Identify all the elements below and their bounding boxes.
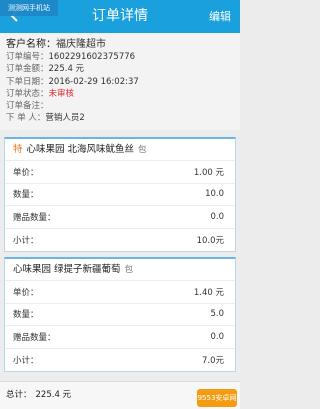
subtotal-label: 小计： [13,235,39,246]
product-header: 心味果园 绿提子新疆葡萄包 [5,259,235,281]
order-creator-row: 下 单 人：营销人员2 [6,112,234,124]
total-label: 总计： [6,390,32,400]
product-card[interactable]: 特心味果园 北海风味鱿鱼丝包 单价： 1.00 元 数量： 10.0 赠品数量：… [4,137,236,252]
product-unit: 包 [124,265,134,275]
order-creator-label: 下 单 人： [6,113,46,124]
order-number-label: 订单编号： [6,52,49,62]
quantity-value: 10.0 [205,189,224,200]
order-date-label: 下单日期： [6,76,49,87]
order-note-label: 订单备注： [6,101,49,112]
customer-row: 客户名称：福庆隆超市 [6,38,234,51]
unit-price-value: 1.00 元 [193,167,224,178]
special-tag: 特 [13,144,23,155]
subtotal-label: 小计： [13,355,39,366]
edit-button[interactable]: 编辑 [209,0,231,33]
quantity-label: 数量： [13,190,39,201]
quantity-row: 数量： 5.0 [5,304,235,326]
gift-quantity-value: 0.0 [210,211,224,222]
unit-price-row: 单价： 1.00 元 [5,161,235,184]
order-amount-label: 订单金额： [6,64,49,75]
product-unit: 包 [138,145,147,155]
gift-quantity-row: 赠品数量： 0.0 [5,206,235,229]
subtotal-row: 小计： 7.0元 [5,349,235,372]
order-number-row: 订单编号：1602291602375776 [6,51,234,63]
order-amount-value: 225.4 元 [48,64,85,75]
gift-quantity-row: 赠品数量： 0.0 [5,326,235,349]
order-status-value: 未审核 [48,88,75,99]
gift-quantity-value: 0.0 [210,331,224,342]
quantity-label: 数量： [13,310,39,321]
quantity-row: 数量： 10.0 [5,184,235,206]
subtotal-value: 10.0元 [196,235,224,246]
order-date-value: 2016-02-29 16:02:37 [48,76,139,87]
order-creator-value: 营销人员2 [45,113,85,124]
order-date-row: 下单日期：2016-02-29 16:02:37 [6,76,234,88]
gift-quantity-label: 赠品数量： [13,212,56,223]
unit-price-value: 1.40 元 [193,287,224,298]
customer-value: 福庆隆超市 [56,39,106,50]
customer-label: 客户名称： [6,39,56,50]
site-logo: 9553安卓网 [197,389,237,407]
subtotal-value: 7.0元 [201,355,224,366]
order-status-label: 订单状态： [6,88,49,99]
unit-price-row: 单价： 1.40 元 [5,281,235,304]
product-header: 特心味果园 北海风味鱿鱼丝包 [5,139,235,161]
total-value: 225.4 元 [35,390,72,400]
order-number-value: 1602291602375776 [48,52,136,62]
order-note-row: 订单备注： [6,100,234,112]
product-name: 心味果园 绿提子新疆葡萄 [13,264,121,275]
unit-price-label: 单价： [13,167,39,178]
gift-quantity-label: 赠品数量： [13,332,56,343]
subtotal-row: 小计： 10.0元 [5,229,235,252]
product-card[interactable]: 心味果园 绿提子新疆葡萄包 单价： 1.40 元 数量： 5.0 赠品数量： 0… [4,257,236,372]
watermark-badge: 测测网手机站 [0,0,58,16]
order-amount-row: 订单金额：225.4 元 [6,63,234,75]
order-info-panel: 客户名称：福庆隆超市 订单编号：1602291602375776 订单金额：22… [0,33,240,130]
quantity-value: 5.0 [210,309,224,320]
order-status-row: 订单状态：未审核 [6,88,234,100]
product-name: 心味果园 北海风味鱿鱼丝 [26,144,135,155]
unit-price-label: 单价： [13,287,39,298]
